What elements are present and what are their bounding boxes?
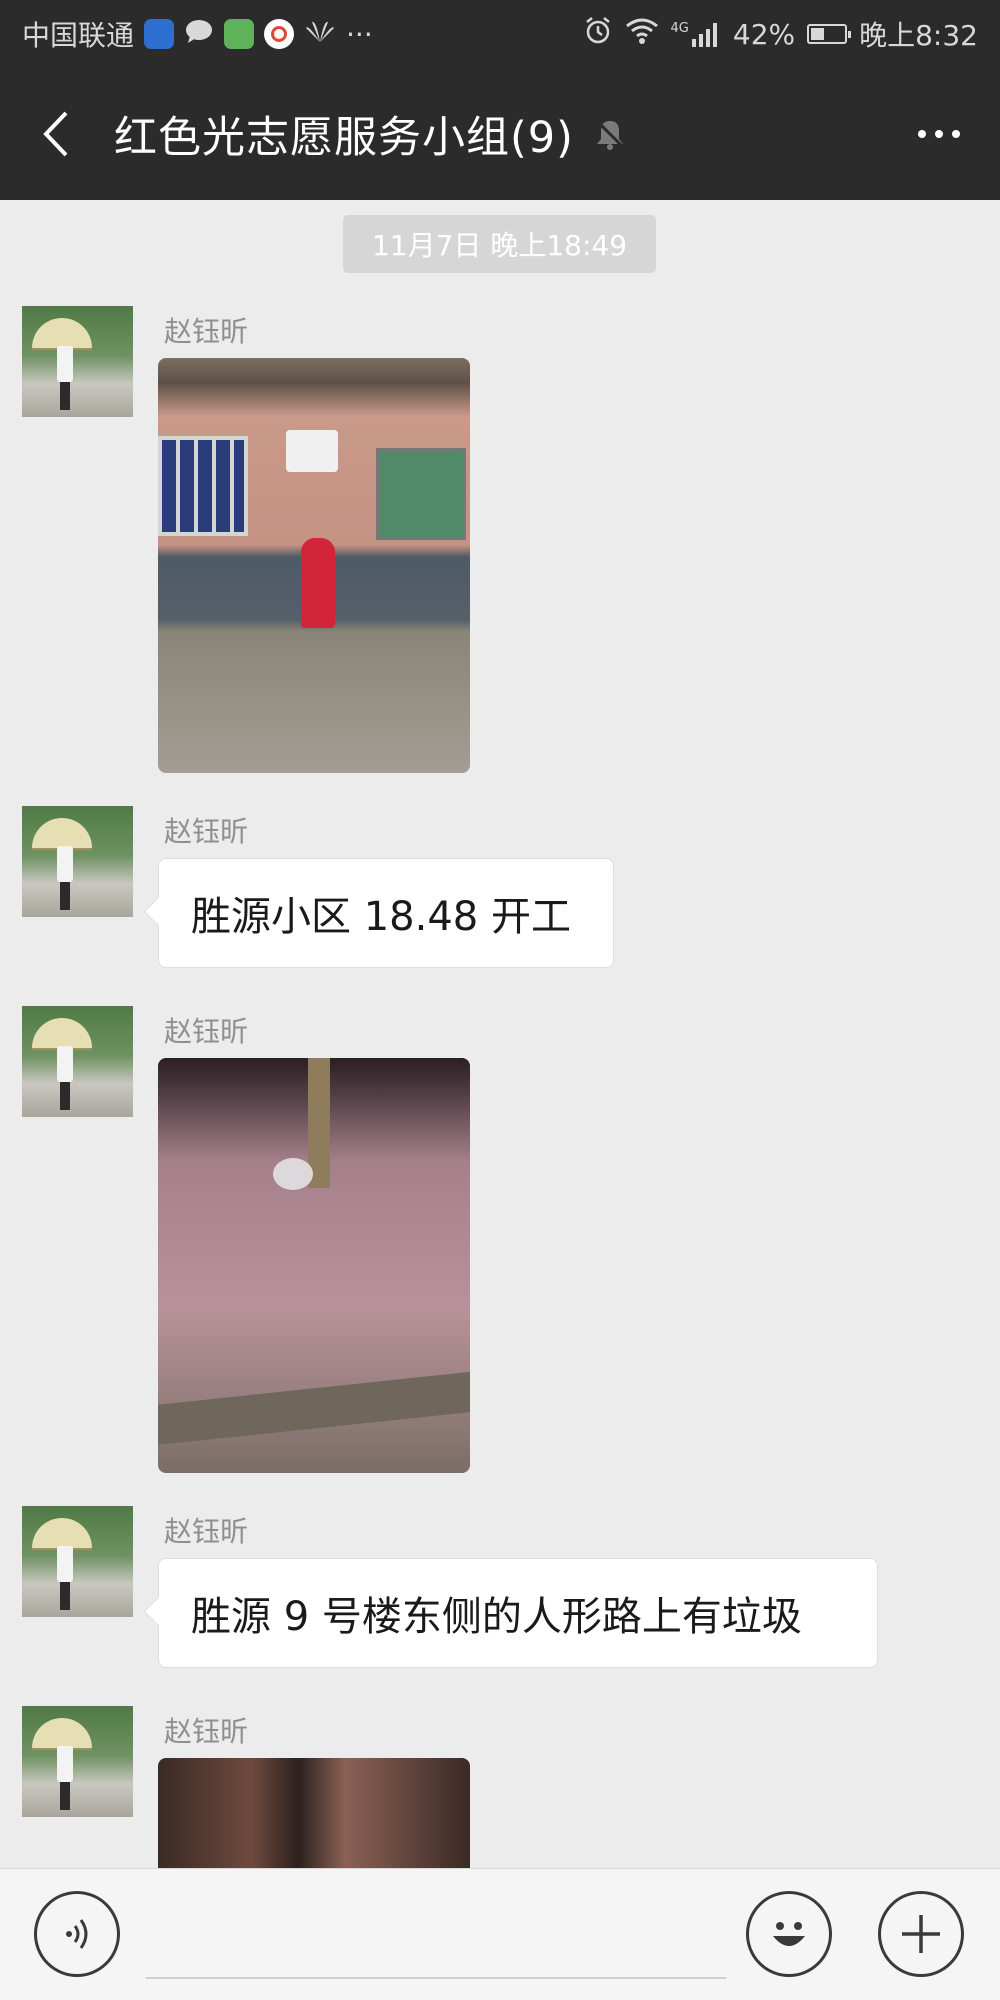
avatar[interactable]: [22, 1506, 133, 1617]
back-button[interactable]: [30, 104, 80, 164]
avatar[interactable]: [22, 306, 133, 417]
emoji-icon: [773, 1922, 805, 1946]
more-dots-icon[interactable]: [908, 120, 970, 148]
more-notifications-icon: ···: [346, 17, 373, 51]
avatar[interactable]: [22, 806, 133, 917]
huawei-app-icon: [304, 18, 336, 51]
input-bar: [0, 1868, 1000, 2000]
battery-percent: 42%: [732, 17, 796, 51]
message-input[interactable]: [146, 1899, 726, 1979]
plus-button[interactable]: [878, 1891, 964, 1977]
voice-icon: [66, 1919, 88, 1949]
sender-name: 赵钰昕: [164, 1715, 249, 1748]
plus-icon: [902, 1915, 940, 1953]
signal-indicator: 4G: [671, 21, 721, 47]
signal-bars-icon: [691, 23, 717, 47]
network-type-label: 4G: [670, 21, 689, 36]
sender-name: 赵钰昕: [164, 315, 249, 348]
clock: 晚上8:32: [859, 19, 978, 52]
emoji-button[interactable]: [746, 1891, 832, 1977]
avatar[interactable]: [22, 1006, 133, 1117]
message-timestamp: 11月7日 晚上18:49: [343, 215, 656, 273]
battery-icon: [807, 24, 852, 44]
sender-name: 赵钰昕: [164, 1515, 249, 1548]
dot: [952, 130, 960, 138]
chat-app-icon: [184, 16, 214, 53]
shield-app-icon: [144, 19, 175, 49]
chat-header: 红色光志愿服务小组(9): [0, 68, 1000, 200]
back-arrow-icon: [43, 111, 68, 157]
browser-app-icon: [264, 19, 295, 49]
chat-title: 红色光志愿服务小组(9): [114, 113, 574, 163]
wifi-icon: [625, 17, 659, 52]
status-bar: 中国联通 ··· 4G 42% 晚上8:32: [0, 0, 1000, 68]
dot: [918, 130, 926, 138]
image-message[interactable]: [158, 358, 470, 773]
status-right: 4G 42% 晚上8:32: [583, 14, 978, 54]
alarm-icon: [583, 16, 613, 53]
voice-button[interactable]: [34, 1891, 120, 1977]
dot: [935, 130, 943, 138]
text-message-bubble[interactable]: 胜源 9 号楼东侧的人形路上有垃圾: [158, 1558, 878, 1668]
image-message[interactable]: [158, 1058, 470, 1473]
image-message[interactable]: [158, 1758, 470, 1868]
mute-bell-icon: [595, 119, 624, 150]
battery-fill: [811, 28, 825, 40]
sender-name: 赵钰昕: [164, 815, 249, 848]
avatar[interactable]: [22, 1706, 133, 1817]
news-app-icon: [224, 19, 255, 49]
text-message-bubble[interactable]: 胜源小区 18.48 开工: [158, 858, 614, 968]
carrier-label: 中国联通: [22, 19, 135, 52]
sender-name: 赵钰昕: [164, 1015, 249, 1048]
status-left: 中国联通 ···: [22, 14, 373, 54]
